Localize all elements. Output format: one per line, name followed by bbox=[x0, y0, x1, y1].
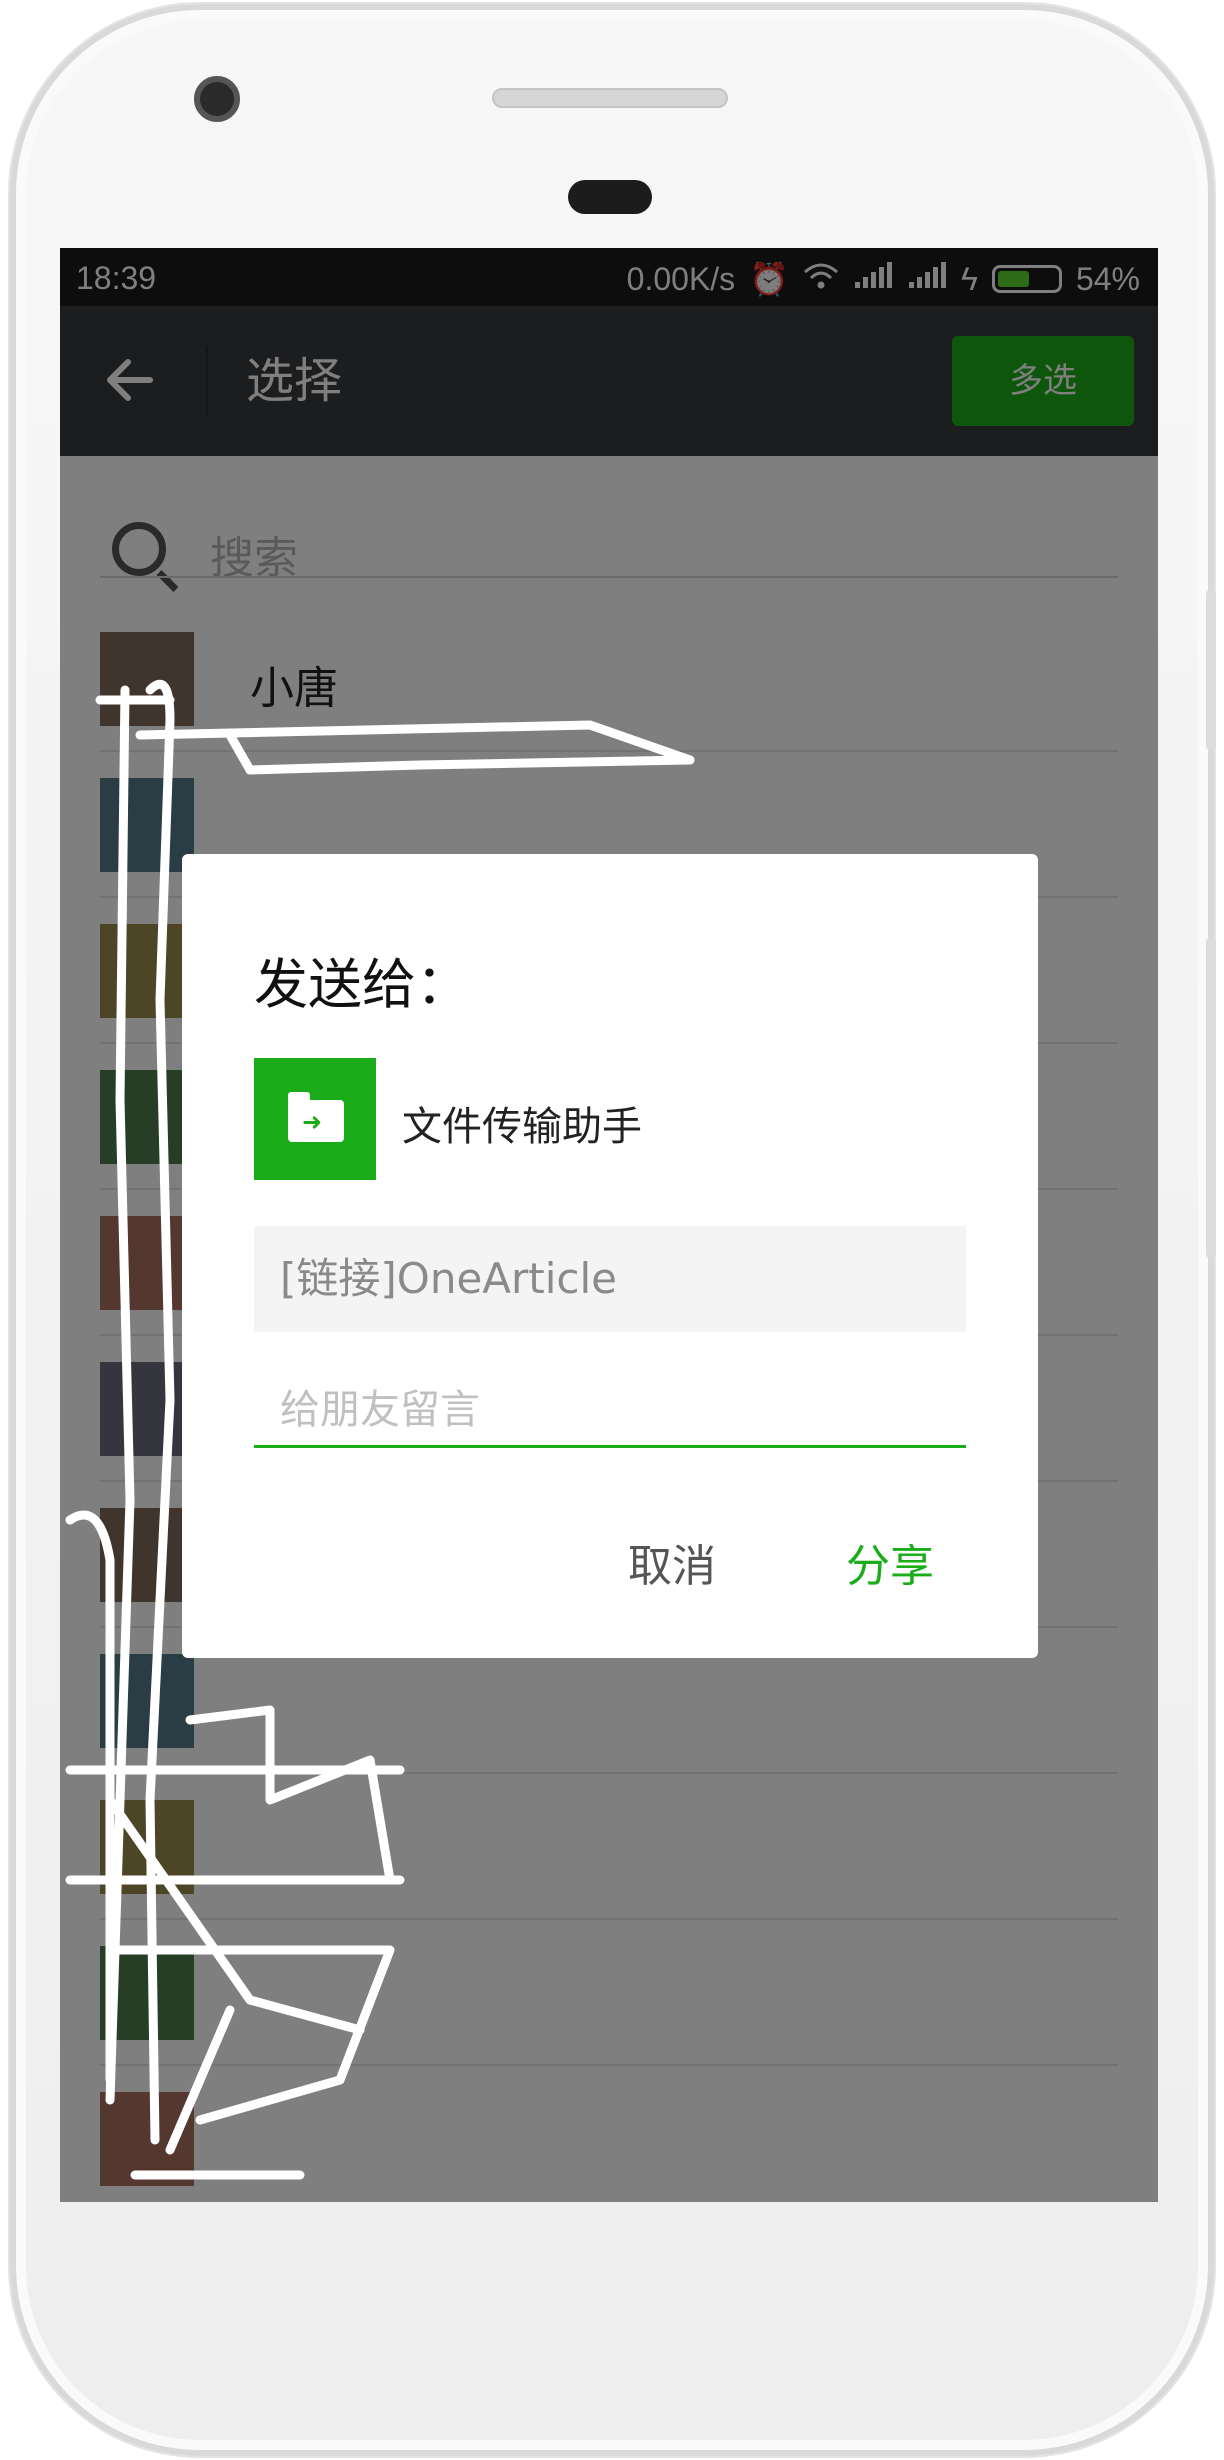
cancel-button[interactable]: 取消 bbox=[628, 1530, 716, 1594]
send-to-dialog: 发送给： ➜ 文件传输助手 [链接]OneArticle 取消 分享 bbox=[182, 854, 1038, 1658]
folder-shape: ➜ bbox=[288, 1092, 344, 1142]
link-preview: [链接]OneArticle bbox=[254, 1226, 966, 1332]
earpiece-speaker bbox=[492, 88, 728, 108]
share-button[interactable]: 分享 bbox=[846, 1530, 934, 1594]
front-camera bbox=[194, 76, 240, 122]
message-input[interactable] bbox=[254, 1374, 966, 1448]
arrow-right-icon: ➜ bbox=[302, 1108, 323, 1136]
recipient-name: 文件传输助手 bbox=[402, 1104, 642, 1150]
phone-screen: 18:39 0.00K/s ⏰ ϟ 54% 选择 多选 搜索 bbox=[60, 248, 1158, 2202]
folder-transfer-icon: ➜ bbox=[254, 1058, 376, 1180]
power-button bbox=[1206, 938, 1216, 1258]
proximity-sensor bbox=[568, 180, 652, 214]
volume-button bbox=[1206, 590, 1216, 750]
dialog-title: 发送给： bbox=[254, 953, 470, 1016]
